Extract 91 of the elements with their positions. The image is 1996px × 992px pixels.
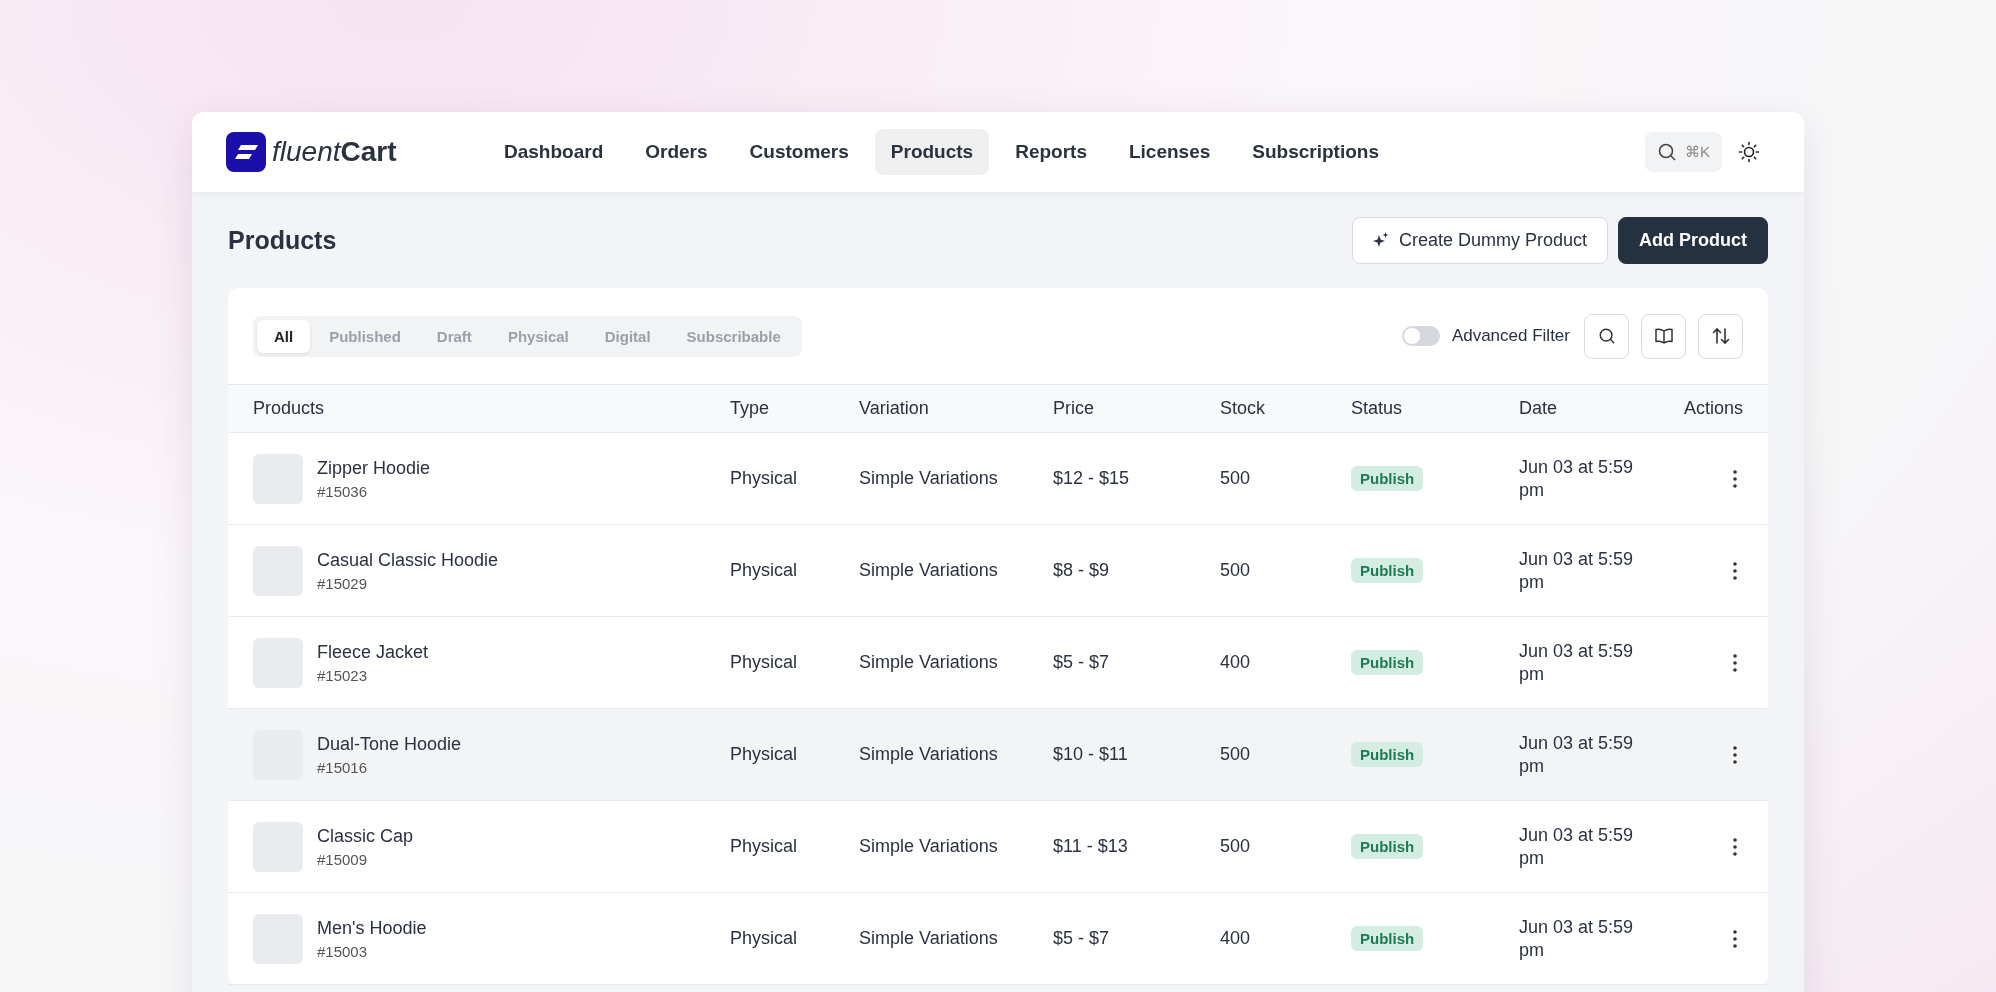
column-header: Actions <box>1682 398 1743 419</box>
product-id: #15009 <box>317 850 369 868</box>
table-cell-text: Physical <box>730 468 799 489</box>
column-header: Status <box>1351 398 1404 419</box>
table-cell-text: 500 <box>1220 468 1252 489</box>
book-button[interactable] <box>1641 313 1686 359</box>
table-cell-text: Jun 03 at 5:59 pm <box>1519 640 1635 685</box>
kebab-icon <box>1733 929 1737 948</box>
table-cell-text: Physical <box>730 744 799 765</box>
table-cell-text: Physical <box>730 652 799 673</box>
product-name: Dual-Tone Hoodie <box>317 733 462 755</box>
table-cell-text: $10 - $11 <box>1053 744 1129 765</box>
table-row[interactable]: Casual Classic Hoodie #15029 Physical Simple Variations $8 - $9 500 Publish Jun 03 at 5:59 pm <box>228 525 1768 617</box>
table-row[interactable]: Dual-Tone Hoodie #15016 Physical Simple Variations $10 - $11 500 Publish Jun 03 at 5:59 pm <box>228 709 1768 801</box>
table-row[interactable]: Men's Hoodie #15003 Physical Simple Variations $5 - $7 400 Publish Jun 03 at 5:59 pm <box>228 893 1768 985</box>
table-cell-text: 500 <box>1220 560 1252 581</box>
nav-link[interactable]: Dashboard <box>488 129 620 175</box>
product-name: Zipper Hoodie <box>317 457 431 479</box>
logo-icon <box>226 132 266 172</box>
product-id: #15016 <box>317 758 369 776</box>
nav-link[interactable]: Products <box>874 129 990 175</box>
sort-icon <box>1710 326 1731 346</box>
status-badge: Publish <box>1351 649 1424 675</box>
status-badge: Publish <box>1351 465 1424 491</box>
search-icon <box>1597 327 1616 345</box>
table-cell-text: Jun 03 at 5:59 pm <box>1519 548 1635 593</box>
nav-link[interactable]: Customers <box>733 129 865 175</box>
search-icon <box>1657 142 1677 162</box>
brand-name: fluentCart <box>272 136 397 168</box>
filter-tab[interactable]: All <box>257 319 311 353</box>
kebab-icon <box>1733 469 1737 488</box>
table-cell-text: 500 <box>1220 744 1252 765</box>
table-cell-text: Jun 03 at 5:59 pm <box>1519 824 1635 869</box>
table-row[interactable]: Zipper Hoodie #15036 Physical Simple Variations $12 - $15 500 Publish Jun 03 at 5:59 pm <box>228 433 1768 525</box>
product-name: Fleece Jacket <box>317 641 429 663</box>
table-cell-text: Physical <box>730 836 799 857</box>
column-header: Price <box>1053 398 1095 419</box>
table-cell-text: Simple Variations <box>859 836 999 857</box>
advanced-filter-label: Advanced Filter <box>1451 326 1570 346</box>
nav-link[interactable]: Licenses <box>1112 129 1227 175</box>
book-icon <box>1653 327 1674 345</box>
product-id: #15036 <box>317 482 369 500</box>
column-header: Type <box>730 398 771 419</box>
table-cell-text: Simple Variations <box>859 744 999 765</box>
product-id: #15023 <box>317 666 369 684</box>
create-dummy-product-button[interactable]: Create Dummy Product <box>1351 216 1608 264</box>
table-cell-text: Simple Variations <box>859 560 999 581</box>
sort-button[interactable] <box>1698 313 1743 359</box>
table-cell-text: $8 - $9 <box>1053 560 1111 581</box>
product-id: #15003 <box>317 942 369 960</box>
table-cell-text: 500 <box>1220 836 1252 857</box>
kebab-icon <box>1733 653 1737 672</box>
kebab-icon <box>1733 745 1737 764</box>
nav-link[interactable]: Reports <box>999 129 1103 175</box>
status-badge: Publish <box>1351 925 1424 951</box>
search-button[interactable] <box>1584 313 1629 359</box>
table-cell-text: $5 - $7 <box>1053 928 1111 949</box>
column-header: Variation <box>859 398 930 419</box>
kebab-icon <box>1733 561 1737 580</box>
product-name: Classic Cap <box>317 825 414 847</box>
table-cell-text: Physical <box>730 928 799 949</box>
status-badge: Publish <box>1351 833 1424 859</box>
sparkle-icon <box>1372 232 1389 248</box>
add-product-button[interactable]: Add Product <box>1618 216 1768 264</box>
nav-link[interactable]: Orders <box>629 129 724 175</box>
status-badge: Publish <box>1351 557 1424 583</box>
table-cell-text: Jun 03 at 5:59 pm <box>1519 916 1635 961</box>
nav-link[interactable]: Subscriptions <box>1236 129 1395 175</box>
table-cell-text: Simple Variations <box>859 928 999 949</box>
column-header: Products <box>253 398 326 419</box>
table-cell-text: $5 - $7 <box>1053 652 1111 673</box>
table-cell-text: Simple Variations <box>859 468 999 489</box>
kebab-icon <box>1733 837 1737 856</box>
column-header: Date <box>1519 398 1559 419</box>
column-header: Stock <box>1220 398 1267 419</box>
table-cell-text: Physical <box>730 560 799 581</box>
table-cell-text: Simple Variations <box>859 652 999 673</box>
table-cell-text: $11 - $13 <box>1053 836 1129 857</box>
table-cell-text: Jun 03 at 5:59 pm <box>1519 456 1635 501</box>
table-cell-text: Jun 03 at 5:59 pm <box>1519 732 1635 777</box>
product-name: Casual Classic Hoodie <box>317 549 499 571</box>
table-cell-text: 400 <box>1220 652 1252 673</box>
product-name: Men's Hoodie <box>317 917 427 939</box>
table-row[interactable]: Classic Cap #15009 Physical Simple Variations $11 - $13 500 Publish Jun 03 at 5:59 pm <box>228 801 1768 893</box>
table-cell-text: $12 - $15 <box>1053 468 1131 489</box>
table-cell-text: 400 <box>1220 928 1252 949</box>
sun-icon[interactable] <box>1738 141 1760 163</box>
toggle-switch[interactable] <box>1401 326 1440 346</box>
product-id: #15029 <box>317 574 369 592</box>
status-badge: Publish <box>1351 741 1424 767</box>
page-title: Products <box>228 225 337 255</box>
